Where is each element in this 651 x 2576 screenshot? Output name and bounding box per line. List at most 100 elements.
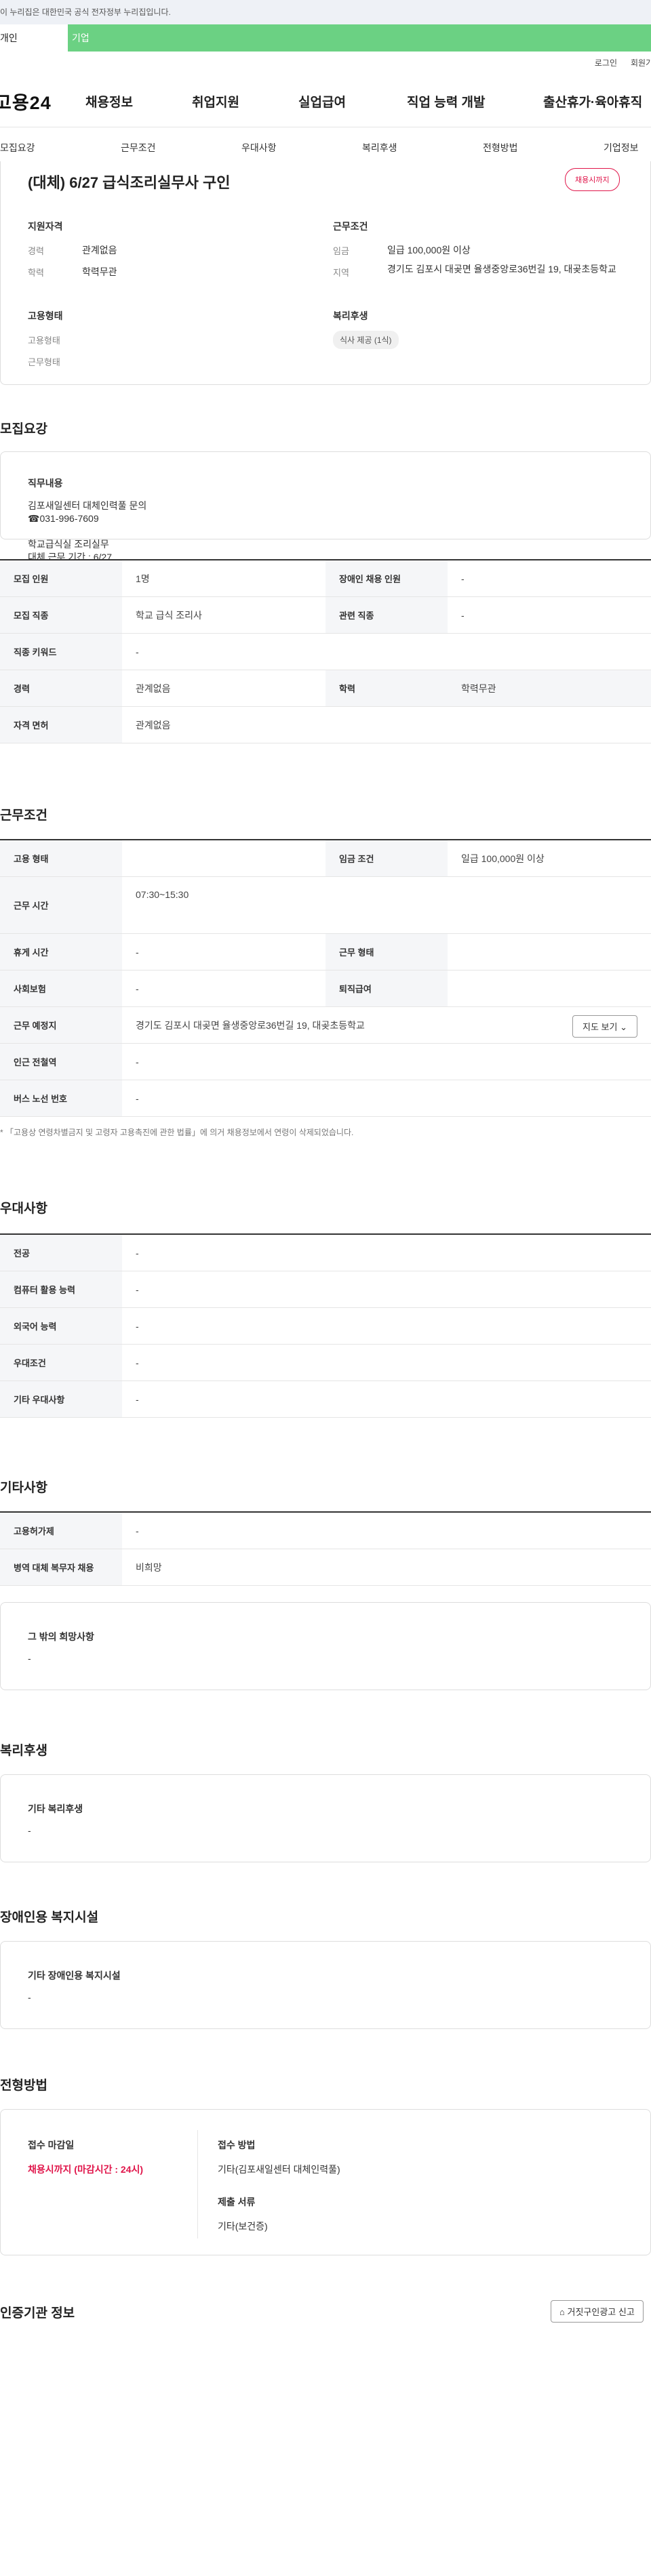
table-cell: - bbox=[461, 573, 465, 584]
duty-content: 김포새일센터 대체인력풀 문의 ☎031-996-7609 학교급식실 조리실무… bbox=[28, 499, 146, 564]
map-view-button[interactable]: 지도 보기 ⌄ bbox=[572, 1015, 637, 1038]
method-title: 접수 방법 bbox=[218, 2140, 256, 2150]
selection-card: 접수 마감일 채용시까지 (마감시간 : 24시) 접수 방법 기타(김포새일센… bbox=[0, 2109, 651, 2255]
tab-company[interactable]: 기업 bbox=[68, 24, 163, 52]
table-cell: - bbox=[136, 1393, 139, 1405]
table-row: 모집 직종 학교 급식 조리사 관련 직종 - bbox=[0, 597, 651, 634]
deadline-title: 접수 마감일 bbox=[28, 2140, 75, 2150]
recruit-section-title: 모집요강 bbox=[0, 422, 47, 436]
divider bbox=[197, 2130, 198, 2238]
table-row: 근무 예정지 경기도 김포시 대곶면 율생중앙로36번길 19, 대곶초등학교 … bbox=[0, 1007, 651, 1044]
wage-label: 임금 bbox=[333, 246, 349, 256]
table-row: 전공 - bbox=[0, 1235, 651, 1271]
gnb-parental-leave[interactable]: 출산휴가·육아휴직 bbox=[543, 92, 642, 110]
area-value: 경기도 김포시 대곶면 율생중앙로36번길 19, 대곶초등학교 bbox=[387, 264, 616, 274]
other-wishes-title: 그 밖의 희망사항 bbox=[28, 1631, 94, 1642]
table-header: 기타 우대사항 bbox=[0, 1381, 122, 1417]
login-link[interactable]: 로그인 bbox=[595, 57, 617, 68]
table-row: 모집 인원 1명 장애인 채용 인원 - bbox=[0, 560, 651, 597]
utility-links: 로그인 회원가입 bbox=[0, 52, 651, 73]
table-header: 모집 인원 bbox=[0, 560, 122, 596]
table-row: 직종 키워드 - bbox=[0, 634, 651, 670]
gnb-vocational-training[interactable]: 직업 능력 개발 bbox=[407, 92, 485, 110]
etc-table: 고용허가제 - 병역 대체 복무자 채용 비희망 bbox=[0, 1511, 651, 1586]
table-cell: - bbox=[136, 1357, 139, 1368]
workcond-table: 고용 형태 임금 조건 일급 100,000원 이상 근무 시간 07:30~1… bbox=[0, 839, 651, 1117]
table-header: 컴퓨터 활용 능력 bbox=[0, 1271, 122, 1307]
signup-link[interactable]: 회원가입 bbox=[631, 57, 651, 68]
duty-title: 직무내용 bbox=[28, 478, 63, 489]
deadline-value: 채용시까지 (마감시간 : 24시) bbox=[28, 2164, 144, 2175]
duty-line: ☎031-996-7609 bbox=[28, 513, 99, 524]
table-cell: - bbox=[136, 983, 139, 994]
table-cell: - bbox=[136, 1284, 139, 1295]
gnb-unemployment-benefit[interactable]: 실업급여 bbox=[298, 92, 346, 110]
table-header: 고용 형태 bbox=[0, 840, 122, 876]
table-header: 외국어 능력 bbox=[0, 1308, 122, 1344]
age-law-note: * 「고용상 연령차별금지 및 고령자 고용촉진에 관한 법률」에 의거 채용정… bbox=[0, 1128, 354, 1137]
disabled-box-value: - bbox=[28, 1992, 31, 2003]
subnav-preference[interactable]: 우대사항 bbox=[241, 141, 277, 155]
subnav-recruit[interactable]: 모집요강 bbox=[0, 141, 35, 155]
subnav-workcond[interactable]: 근무조건 bbox=[121, 141, 156, 155]
chevron-down-icon: ⌄ bbox=[620, 1022, 627, 1032]
qualification-title: 지원자격 bbox=[28, 221, 63, 232]
table-row: 휴게 시간 - 근무 형태 bbox=[0, 934, 651, 970]
false-ad-report-button[interactable]: ⌂ 거짓구인광고 신고 bbox=[551, 2300, 644, 2323]
table-row: 사회보험 - 퇴직급여 bbox=[0, 970, 651, 1007]
preference-section-title: 우대사항 bbox=[0, 1202, 47, 1216]
gnb-employment-support[interactable]: 취업지원 bbox=[192, 92, 239, 110]
subnav-selection[interactable]: 전형방법 bbox=[483, 141, 518, 155]
user-type-tabs: 개인 기업 bbox=[0, 24, 651, 52]
table-cell: 07:30~15:30 bbox=[136, 889, 189, 900]
table-header: 직종 키워드 bbox=[0, 634, 122, 670]
table-row: 기타 우대사항 - bbox=[0, 1381, 651, 1418]
table-row: 외국어 능력 - bbox=[0, 1308, 651, 1345]
conditions-title: 근무조건 bbox=[333, 221, 368, 232]
disabled-section-title: 장애인용 복지시설 bbox=[0, 1910, 99, 1925]
table-cell: - bbox=[136, 946, 139, 958]
house-icon: ⌂ bbox=[559, 2307, 565, 2317]
subnav-company[interactable]: 기업정보 bbox=[604, 141, 639, 155]
table-row: 버스 노선 번호 - bbox=[0, 1080, 651, 1117]
other-wishes-value: - bbox=[28, 1653, 31, 1664]
table-header: 휴게 시간 bbox=[0, 934, 122, 970]
gov-banner: 이 누리집은 대한민국 공식 전자정부 누리집입니다. bbox=[0, 0, 651, 24]
table-header: 모집 직종 bbox=[0, 597, 122, 633]
tab-personal[interactable]: 개인 bbox=[0, 24, 68, 52]
table-cell: 비희망 bbox=[136, 1561, 162, 1573]
gnb-job-info[interactable]: 채용정보 bbox=[85, 92, 133, 110]
table-header: 인근 전철역 bbox=[0, 1044, 122, 1080]
table-cell: - bbox=[136, 1525, 139, 1536]
emp-type-label: 고용형태 bbox=[28, 335, 60, 346]
site-logo[interactable]: 고용24 bbox=[0, 88, 52, 115]
table-cell: 학력무관 bbox=[448, 670, 651, 706]
table-cell: 경기도 김포시 대곶면 율생중앙로36번길 19, 대곶초등학교 bbox=[136, 1019, 365, 1031]
duty-line: 김포새일센터 대체인력풀 문의 bbox=[28, 500, 147, 511]
table-header: 병역 대체 복무자 채용 bbox=[0, 1549, 122, 1585]
other-wishes-card: 그 밖의 희망사항 - bbox=[0, 1602, 651, 1690]
subnav-welfare[interactable]: 복리후생 bbox=[362, 141, 397, 155]
method-value: 기타(김포새일센터 대체인력풀) bbox=[218, 2164, 340, 2175]
table-header: 우대조건 bbox=[0, 1345, 122, 1381]
table-row: 자격 면허 관계없음 bbox=[0, 707, 651, 743]
preference-table: 전공 - 컴퓨터 활용 능력 - 외국어 능력 - 우대조건 - 기타 우대사항 - bbox=[0, 1233, 651, 1418]
table-header: 장애인 채용 인원 bbox=[326, 560, 448, 596]
table-header: 관련 직종 bbox=[326, 597, 448, 633]
table-row: 고용 형태 임금 조건 일급 100,000원 이상 bbox=[0, 840, 651, 877]
map-view-label: 지도 보기 bbox=[583, 1022, 618, 1032]
table-cell bbox=[448, 934, 461, 970]
table-cell bbox=[448, 970, 461, 1006]
duty-card: 직무내용 김포새일센터 대체인력풀 문의 ☎031-996-7609 학교급식실… bbox=[0, 451, 651, 563]
welfare-box-title: 기타 복리후생 bbox=[28, 1803, 83, 1814]
table-row: 우대조건 - bbox=[0, 1345, 651, 1381]
table-row: 경력 관계없음 학력 학력무관 bbox=[0, 670, 651, 707]
report-label: 거짓구인광고 신고 bbox=[567, 2307, 635, 2317]
table-cell: - bbox=[136, 1247, 139, 1259]
table-header: 버스 노선 번호 bbox=[0, 1080, 122, 1116]
detail-area: 모집요강 직무내용 김포새일센터 대체인력풀 문의 ☎031-996-7609 … bbox=[0, 385, 651, 2487]
etc-section-title: 기타사항 bbox=[0, 1481, 47, 1495]
welfare-section-title: 복리후생 bbox=[0, 1744, 47, 1758]
employment-title: 고용형태 bbox=[28, 310, 63, 321]
table-header: 임금 조건 bbox=[326, 840, 448, 876]
